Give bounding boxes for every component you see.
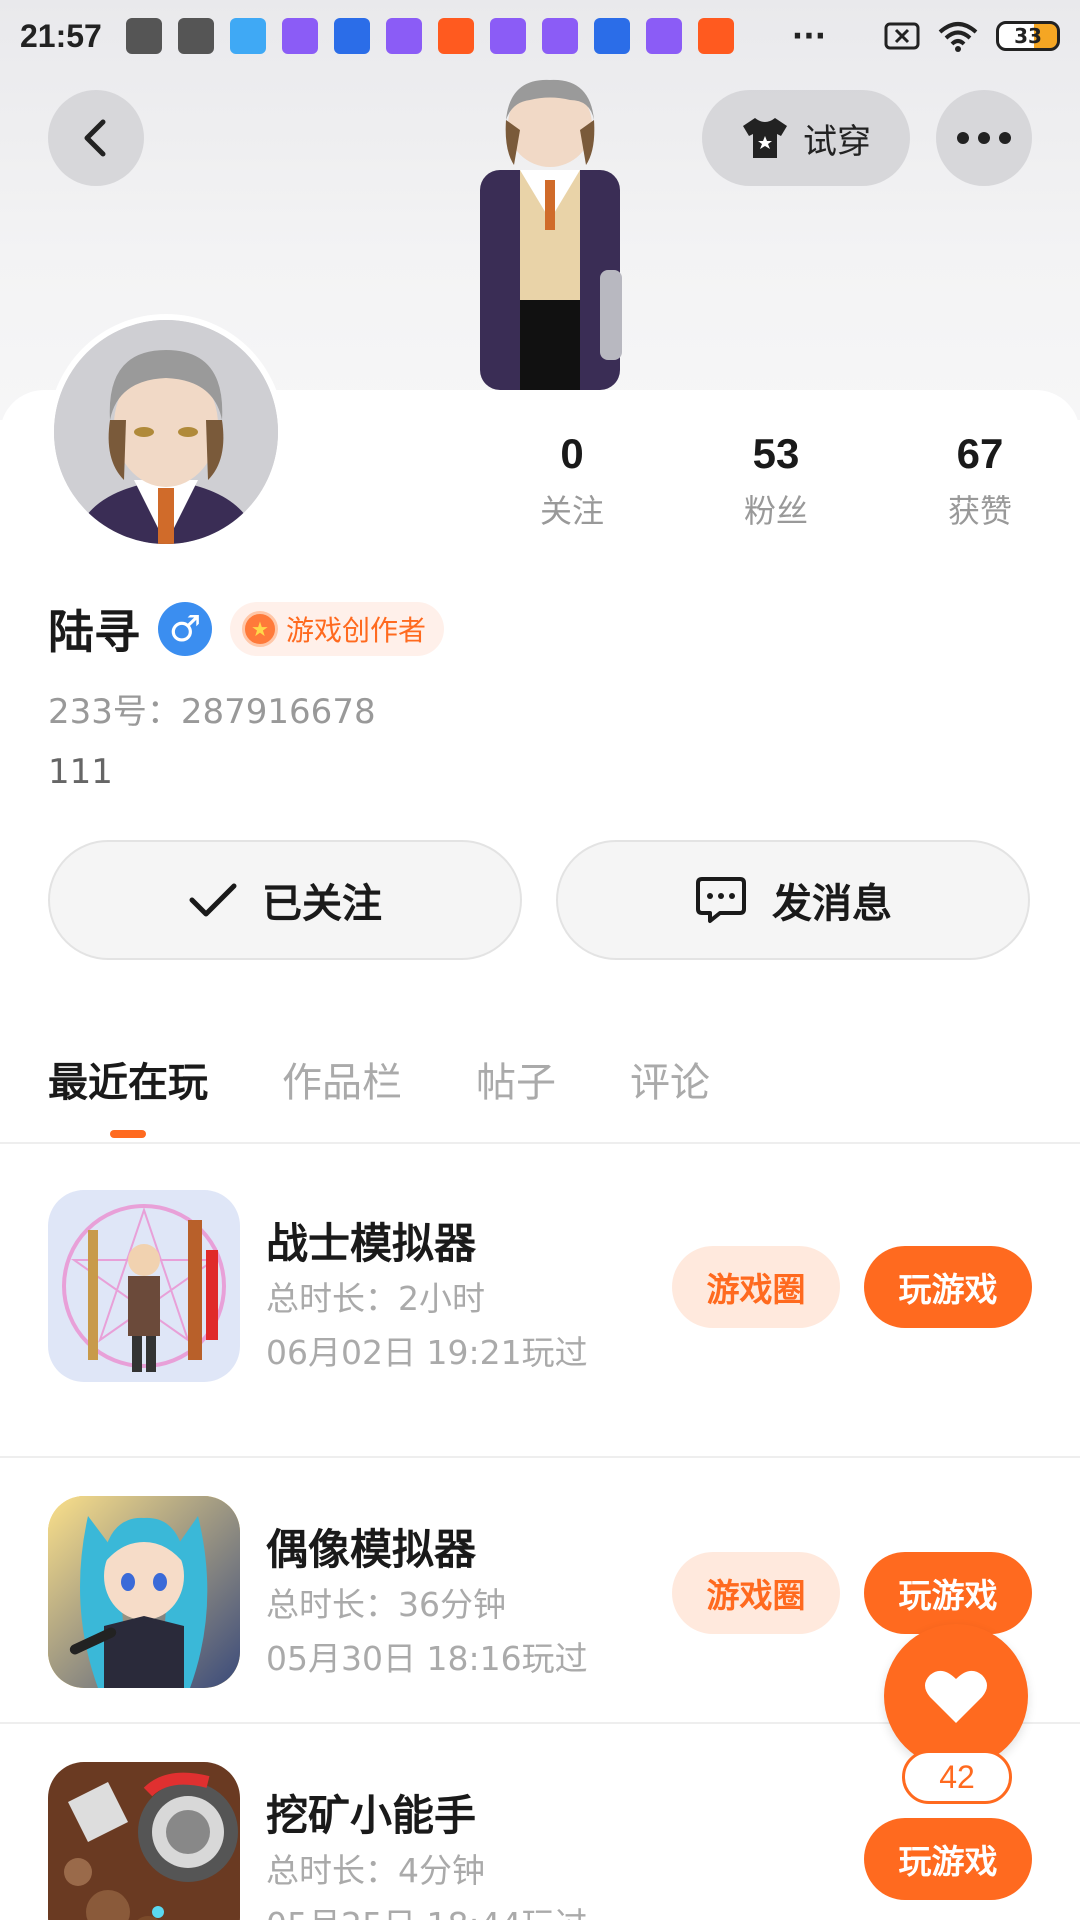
game-creator-badge[interactable]: ★ 游戏创作者 <box>230 602 445 656</box>
battery-indicator: 33 <box>996 21 1060 51</box>
tabs-divider <box>0 1142 1080 1144</box>
character-figure <box>480 79 622 390</box>
mining-game-image <box>48 1762 240 1920</box>
game-name: 战士模拟器 <box>266 1219 477 1268</box>
game-total-duration: 总时长：2小时 <box>266 1279 485 1318</box>
play-game-button[interactable]: 玩游戏 <box>864 1246 1032 1328</box>
user-signature: 111 <box>48 752 113 792</box>
back-button[interactable] <box>48 90 144 186</box>
send-message-button[interactable]: 发消息 <box>556 840 1030 960</box>
wifi-icon <box>938 22 978 52</box>
like-count-badge: 42 <box>902 1750 1012 1804</box>
game-last-played: 05月30日 18:16玩过 <box>266 1639 588 1678</box>
overflow-notifications-icon: ··· <box>791 18 826 54</box>
check-icon <box>189 883 237 917</box>
followed-label: 已关注 <box>262 881 382 927</box>
notification-app-icon <box>489 18 526 54</box>
stat-likes[interactable]: 67 获赞 <box>878 430 1080 532</box>
game-name: 偶像模拟器 <box>266 1525 477 1574</box>
status-time: 21:57 <box>20 17 102 54</box>
notification-app-icon <box>281 18 318 54</box>
notification-app-icon <box>333 18 370 54</box>
notification-app-icon <box>385 18 422 54</box>
stat-following[interactable]: 0 关注 <box>470 430 674 532</box>
profile-stats: 0 关注 53 粉丝 67 获赞 <box>470 430 1080 532</box>
try-on-label: 试穿 <box>803 121 871 162</box>
play-game-button[interactable]: 玩游戏 <box>864 1552 1032 1634</box>
male-gender-icon: ♂ <box>158 602 212 656</box>
notification-app-icon <box>645 18 682 54</box>
recent-games-list: 战士模拟器 总时长：2小时 06月02日 19:21玩过 游戏圈 玩游戏 偶像模… <box>0 1190 1080 1920</box>
tab-posts[interactable]: 帖子 <box>476 1050 556 1108</box>
user-id[interactable]: 233号：287916678 <box>48 684 376 733</box>
send-message-label: 发消息 <box>772 881 892 927</box>
game-last-played: 06月02日 19:21玩过 <box>266 1333 588 1372</box>
status-bar: 21:57 ··· 33 <box>0 0 1080 72</box>
notification-app-icon <box>229 18 266 54</box>
notification-icons <box>125 18 734 54</box>
game-circle-button[interactable]: 游戏圈 <box>672 1246 840 1328</box>
avatar-image <box>54 320 278 544</box>
try-on-button[interactable]: 试穿 <box>702 90 910 186</box>
more-dots-icon <box>957 132 1011 144</box>
game-icon[interactable] <box>48 1762 240 1920</box>
notification-app-icon <box>593 18 630 54</box>
heart-icon <box>925 1670 987 1723</box>
tab-works[interactable]: 作品栏 <box>282 1050 402 1108</box>
game-circle-button[interactable]: 游戏圈 <box>672 1552 840 1634</box>
user-name: 陆寻 <box>48 605 140 659</box>
like-fab-button[interactable] <box>884 1624 1028 1768</box>
game-total-duration: 总时长：36分钟 <box>266 1585 506 1624</box>
badge-label: 游戏创作者 <box>286 614 427 647</box>
game-icon[interactable] <box>48 1496 240 1688</box>
message-bubble-icon <box>696 877 746 923</box>
name-row: 陆寻 ♂ ★ 游戏创作者 <box>48 596 445 662</box>
notification-app-icon <box>697 18 734 54</box>
game-row[interactable]: 战士模拟器 总时长：2小时 06月02日 19:21玩过 游戏圈 玩游戏 <box>0 1190 1080 1456</box>
avatar[interactable] <box>48 314 284 550</box>
idol-game-image <box>48 1496 240 1688</box>
chevron-left-icon <box>84 119 106 157</box>
play-game-button[interactable]: 玩游戏 <box>864 1818 1032 1900</box>
notification-app-icon <box>437 18 474 54</box>
sim-icon <box>884 22 920 50</box>
game-total-duration: 总时长：4分钟 <box>266 1851 485 1890</box>
warrior-game-image <box>48 1190 240 1382</box>
notification-app-icon <box>125 18 162 54</box>
game-icon[interactable] <box>48 1190 240 1382</box>
tab-recently-played[interactable]: 最近在玩 <box>48 1050 208 1138</box>
medal-icon: ★ <box>242 611 278 647</box>
stat-followers[interactable]: 53 粉丝 <box>674 430 878 532</box>
notification-app-icon <box>541 18 578 54</box>
game-name: 挖矿小能手 <box>266 1791 477 1840</box>
more-options-button[interactable] <box>936 90 1032 186</box>
tab-comments[interactable]: 评论 <box>630 1050 710 1108</box>
notification-app-icon <box>177 18 214 54</box>
game-last-played: 05月25日 18:44玩过 <box>266 1898 588 1920</box>
tshirt-icon <box>743 118 787 158</box>
followed-button[interactable]: 已关注 <box>48 840 522 960</box>
profile-tabs: 最近在玩 作品栏 帖子 评论 <box>48 1050 710 1138</box>
